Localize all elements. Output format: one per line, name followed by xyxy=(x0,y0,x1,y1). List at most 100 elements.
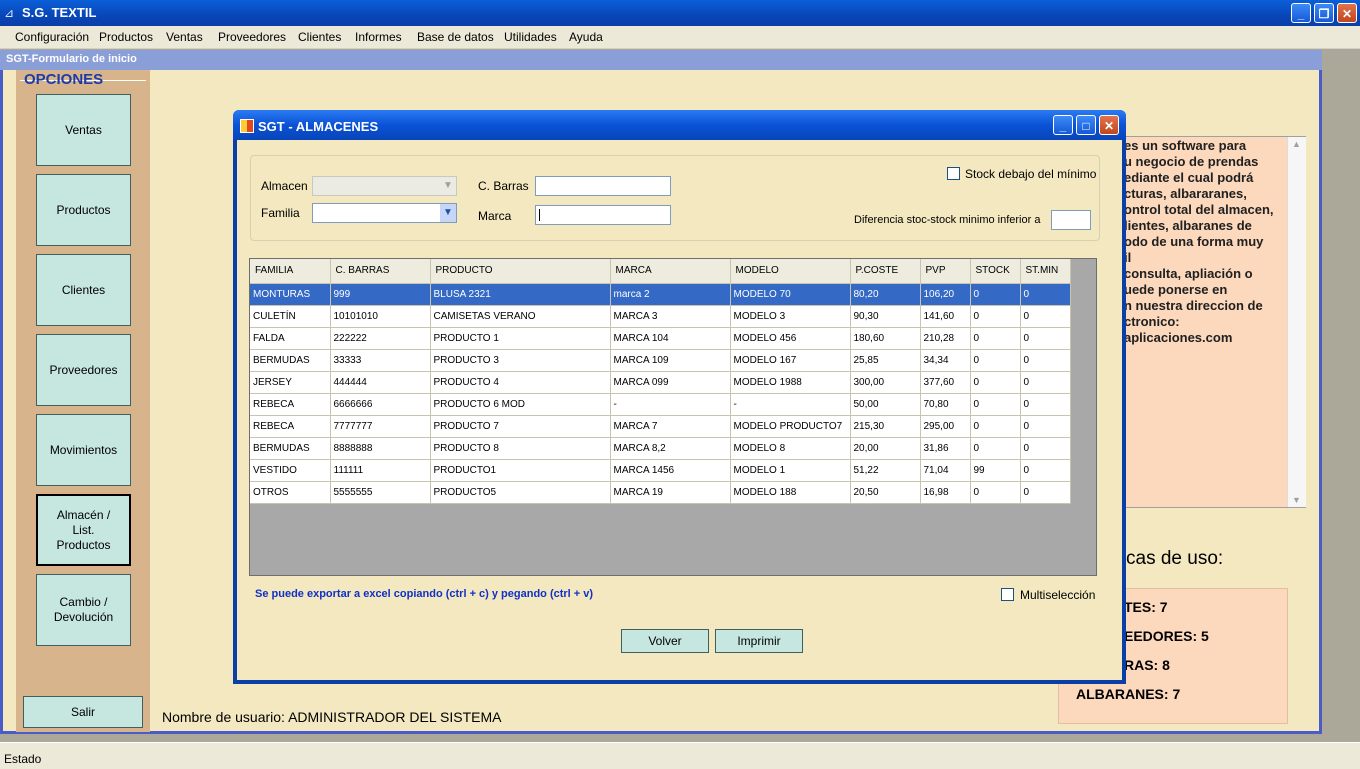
col-marca[interactable]: MARCA xyxy=(610,259,731,284)
table-cell[interactable]: 0 xyxy=(970,305,1021,328)
table-cell[interactable]: MODELO 1 xyxy=(730,459,851,482)
table-cell[interactable]: 0 xyxy=(970,481,1021,504)
minimize-window-button[interactable]: _ xyxy=(1291,3,1311,23)
table-cell[interactable]: 0 xyxy=(970,283,1021,306)
table-cell[interactable]: CULETÍN xyxy=(250,305,331,328)
dialog-close-button[interactable]: ✕ xyxy=(1099,115,1119,135)
table-cell[interactable]: 99 xyxy=(970,459,1021,482)
menu-proveedores[interactable]: Proveedores xyxy=(218,30,286,44)
table-cell[interactable]: 0 xyxy=(1020,283,1071,306)
table-row[interactable]: MONTURAS 999 BLUSA 2321 marca 2 MODELO 70 80,… xyxy=(250,283,1071,306)
table-cell[interactable]: PRODUCTO 6 MOD xyxy=(430,393,611,416)
table-cell[interactable]: 0 xyxy=(1020,415,1071,438)
table-cell[interactable]: 16,98 xyxy=(920,481,971,504)
table-cell[interactable]: MARCA 104 xyxy=(610,327,731,350)
menu-base-de-datos[interactable]: Base de datos xyxy=(417,30,494,44)
table-row[interactable]: REBECA 7777777 PRODUCTO 7 MARCA 7 MODELO PRO… xyxy=(250,415,1071,438)
chevron-down-icon[interactable]: ▼ xyxy=(440,204,456,222)
table-cell[interactable]: MODELO 188 xyxy=(730,481,851,504)
table-cell[interactable]: MARCA 099 xyxy=(610,371,731,394)
table-cell[interactable]: 6666666 xyxy=(330,393,431,416)
table-cell[interactable]: MARCA 109 xyxy=(610,349,731,372)
table-cell[interactable]: PRODUCTO 8 xyxy=(430,437,611,460)
table-cell[interactable]: - xyxy=(730,393,851,416)
stock-below-min-checkbox[interactable] xyxy=(947,167,960,180)
table-cell[interactable]: 5555555 xyxy=(330,481,431,504)
nav-clientes-button[interactable]: Clientes xyxy=(36,254,131,326)
table-cell[interactable]: 0 xyxy=(970,393,1021,416)
print-button[interactable]: Imprimir xyxy=(715,629,803,653)
table-row[interactable]: REBECA 6666666 PRODUCTO 6 MOD - -50,00 70,80 0… xyxy=(250,393,1071,416)
table-cell[interactable]: REBECA xyxy=(250,393,331,416)
table-cell[interactable]: - xyxy=(610,393,731,416)
scroll-down-icon[interactable]: ▼ xyxy=(1292,495,1301,505)
table-cell[interactable]: BLUSA 2321 xyxy=(430,283,611,306)
table-cell[interactable]: 7777777 xyxy=(330,415,431,438)
menu-ayuda[interactable]: Ayuda xyxy=(569,30,603,44)
table-cell[interactable]: 20,00 xyxy=(850,437,921,460)
nav-productos-button[interactable]: Productos xyxy=(36,174,131,246)
close-window-button[interactable]: ✕ xyxy=(1337,3,1357,23)
col-pvp[interactable]: PVP xyxy=(920,259,971,284)
table-cell[interactable]: PRODUCTO 7 xyxy=(430,415,611,438)
table-row[interactable]: BERMUDAS 33333 PRODUCTO 3 MARCA 109 MODELO 1… xyxy=(250,349,1071,372)
table-cell[interactable]: 0 xyxy=(1020,305,1071,328)
table-cell[interactable]: MODELO 8 xyxy=(730,437,851,460)
table-cell[interactable]: REBECA xyxy=(250,415,331,438)
nav-almacen-button[interactable]: Almacén / List. Productos xyxy=(36,494,131,566)
multiselect-checkbox[interactable] xyxy=(1001,588,1014,601)
barras-input[interactable] xyxy=(535,176,671,196)
marca-input[interactable] xyxy=(535,205,671,225)
table-cell[interactable]: 180,60 xyxy=(850,327,921,350)
table-cell[interactable]: 70,80 xyxy=(920,393,971,416)
table-cell[interactable]: 71,04 xyxy=(920,459,971,482)
menu-informes[interactable]: Informes xyxy=(355,30,402,44)
table-cell[interactable]: 111111 xyxy=(330,459,431,482)
nav-proveedores-button[interactable]: Proveedores xyxy=(36,334,131,406)
menu-utilidades[interactable]: Utilidades xyxy=(504,30,557,44)
table-cell[interactable]: MODELO 70 xyxy=(730,283,851,306)
table-cell[interactable]: 300,00 xyxy=(850,371,921,394)
col-stmin[interactable]: ST.MIN xyxy=(1020,259,1071,284)
table-cell[interactable]: 215,30 xyxy=(850,415,921,438)
table-cell[interactable]: PRODUCTO1 xyxy=(430,459,611,482)
table-cell[interactable]: 10101010 xyxy=(330,305,431,328)
table-cell[interactable]: JERSEY xyxy=(250,371,331,394)
info-scrollbar[interactable]: ▲ ▼ xyxy=(1287,137,1306,507)
table-cell[interactable]: 0 xyxy=(970,349,1021,372)
table-cell[interactable]: 0 xyxy=(970,415,1021,438)
table-cell[interactable]: PRODUCTO 4 xyxy=(430,371,611,394)
table-cell[interactable]: 106,20 xyxy=(920,283,971,306)
table-cell[interactable]: BERMUDAS xyxy=(250,349,331,372)
table-cell[interactable]: 25,85 xyxy=(850,349,921,372)
table-cell[interactable]: marca 2 xyxy=(610,283,731,306)
col-stock[interactable]: STOCK xyxy=(970,259,1021,284)
table-cell[interactable]: 0 xyxy=(1020,393,1071,416)
table-cell[interactable]: MARCA 8,2 xyxy=(610,437,731,460)
table-cell[interactable]: 141,60 xyxy=(920,305,971,328)
table-cell[interactable]: PRODUCTO5 xyxy=(430,481,611,504)
table-cell[interactable]: 0 xyxy=(1020,349,1071,372)
table-cell[interactable]: 210,28 xyxy=(920,327,971,350)
table-row[interactable]: JERSEY 444444 PRODUCTO 4 MARCA 099 MODELO 19… xyxy=(250,371,1071,394)
table-cell[interactable]: MODELO 456 xyxy=(730,327,851,350)
table-cell[interactable]: 80,20 xyxy=(850,283,921,306)
table-cell[interactable]: 34,34 xyxy=(920,349,971,372)
col-modelo[interactable]: MODELO xyxy=(730,259,851,284)
table-cell[interactable]: 0 xyxy=(970,371,1021,394)
stock-difference-input[interactable] xyxy=(1051,210,1091,230)
table-row[interactable]: OTROS 5555555 PRODUCTO5 MARCA 19 MODELO 188 2… xyxy=(250,481,1071,504)
almacen-select[interactable]: ▼ xyxy=(312,176,457,196)
chevron-down-icon[interactable]: ▼ xyxy=(440,177,456,195)
table-cell[interactable]: PRODUCTO 1 xyxy=(430,327,611,350)
table-cell[interactable]: 51,22 xyxy=(850,459,921,482)
col-barras[interactable]: C. BARRAS xyxy=(330,259,431,284)
menu-configuracion[interactable]: Configuración xyxy=(15,30,89,44)
table-cell[interactable]: 444444 xyxy=(330,371,431,394)
table-cell[interactable]: BERMUDAS xyxy=(250,437,331,460)
table-cell[interactable]: PRODUCTO 3 xyxy=(430,349,611,372)
table-cell[interactable]: MARCA 3 xyxy=(610,305,731,328)
table-cell[interactable]: MARCA 1456 xyxy=(610,459,731,482)
table-cell[interactable]: 31,86 xyxy=(920,437,971,460)
col-pcoste[interactable]: P.COSTE xyxy=(850,259,921,284)
